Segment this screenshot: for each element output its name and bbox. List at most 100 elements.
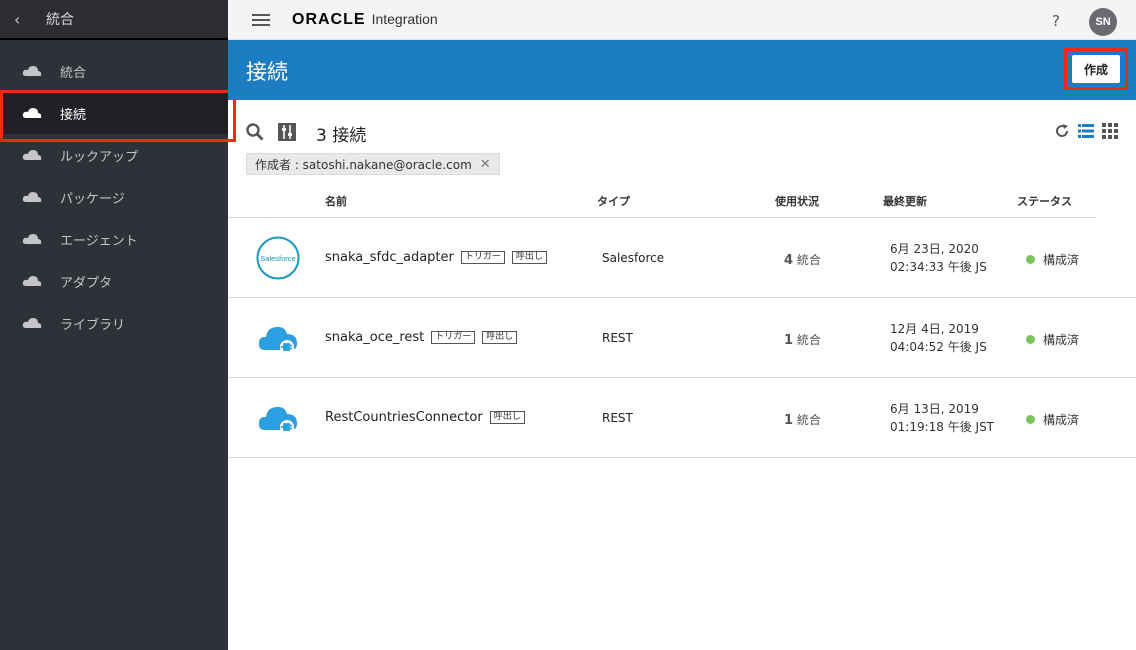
status-badge: 構成済	[1026, 411, 1079, 428]
sidebar-item-label: ライブラリ	[60, 317, 126, 333]
status-badge: 構成済	[1026, 251, 1079, 268]
table-row[interactable]: RestCountriesConnector 呼出し REST 1 統合 6月 …	[228, 378, 1136, 458]
last-updated-date: 6月 13日, 2019	[890, 402, 979, 416]
connection-name[interactable]: snaka_oce_rest トリガー 呼出し	[325, 330, 518, 345]
sidebar-item-connections[interactable]: 接続	[0, 90, 236, 142]
list-view-icon[interactable]	[1078, 123, 1094, 139]
cloud-icon	[22, 150, 42, 160]
usage-unit: 統合	[796, 253, 821, 267]
cloud-icon	[22, 108, 42, 118]
refresh-icon[interactable]	[1054, 123, 1070, 139]
usage-count[interactable]: 4 統合	[784, 251, 821, 268]
usage-count[interactable]: 1 統合	[784, 411, 821, 428]
cloud-icon	[22, 234, 42, 244]
connection-name-text: snaka_sfdc_adapter	[325, 250, 454, 265]
help-icon[interactable]: ?	[1052, 12, 1060, 30]
sidebar-item-integrations[interactable]: 統合	[0, 50, 228, 92]
usage-number: 1	[784, 413, 794, 428]
page-title: 接続	[246, 60, 288, 84]
column-header-last-updated[interactable]: 最終更新	[883, 193, 927, 209]
connection-type: Salesforce	[602, 251, 665, 265]
usage-unit: 統合	[796, 413, 821, 427]
sidebar-item-label: アダプタ	[60, 275, 113, 291]
oracle-integration-logo: ORACLE Integration	[292, 11, 438, 29]
usage-number: 4	[784, 253, 794, 268]
sidebar-item-agents[interactable]: エージェント	[0, 218, 228, 260]
sidebar-header[interactable]: ‹ 統合	[0, 0, 228, 40]
last-updated: 6月 13日, 2019 01:19:18 午後 JST	[890, 400, 994, 436]
filter-icon[interactable]	[278, 123, 296, 141]
trigger-tag: トリガー	[431, 331, 476, 344]
filter-chip: 作成者 : satoshi.nakane@oracle.com ✕	[246, 153, 500, 175]
last-updated-time: 01:19:18 午後 JST	[890, 420, 995, 434]
logo-oracle-text: ORACLE	[292, 10, 366, 28]
column-header-usage[interactable]: 使用状況	[775, 193, 819, 209]
sidebar-title: 統合	[46, 12, 74, 28]
last-updated-date: 6月 23日, 2020	[890, 242, 979, 256]
sidebar-item-lookups[interactable]: ルックアップ	[0, 134, 228, 176]
sidebar-item-libraries[interactable]: ライブラリ	[0, 302, 228, 344]
status-dot	[1026, 255, 1035, 264]
connection-count: 3 接続	[316, 126, 367, 146]
sidebar-item-label: ルックアップ	[60, 149, 139, 165]
sidebar-item-label: エージェント	[60, 233, 138, 249]
hamburger-menu-icon[interactable]	[252, 13, 270, 26]
status-text: 構成済	[1043, 413, 1080, 427]
last-updated-date: 12月 4日, 2019	[890, 322, 979, 336]
usage-unit: 統合	[796, 333, 821, 347]
invoke-tag: 呼出し	[489, 411, 525, 424]
table-row[interactable]: Salesforce snaka_sfdc_adapter トリガー 呼出し S…	[228, 218, 1136, 298]
last-updated-time: 02:34:33 午後 JS	[890, 260, 987, 274]
grid-view-icon[interactable]	[1102, 123, 1118, 139]
user-avatar[interactable]: SN	[1089, 8, 1117, 36]
connection-name[interactable]: snaka_sfdc_adapter トリガー 呼出し	[325, 250, 547, 265]
last-updated: 6月 23日, 2020 02:34:33 午後 JS	[890, 240, 987, 276]
connection-type: REST	[602, 411, 633, 425]
connection-name-text: RestCountriesConnector	[325, 410, 483, 425]
connection-name-text: snaka_oce_rest	[325, 330, 425, 345]
column-header-name[interactable]: 名前	[325, 193, 347, 209]
connection-name[interactable]: RestCountriesConnector 呼出し	[325, 410, 525, 425]
trigger-tag: トリガー	[460, 251, 505, 264]
salesforce-icon: Salesforce	[256, 236, 300, 280]
salesforce-icon-text: Salesforce	[260, 254, 295, 263]
create-button[interactable]: 作成	[1072, 55, 1120, 83]
invoke-tag: 呼出し	[511, 251, 547, 264]
status-dot	[1026, 335, 1035, 344]
last-updated-time: 04:04:52 午後 JS	[890, 340, 987, 354]
create-button-highlight: 作成	[1064, 48, 1128, 90]
sidebar-item-adapters[interactable]: アダプタ	[0, 260, 228, 302]
usage-number: 1	[784, 333, 794, 348]
sidebar-item-packages[interactable]: パッケージ	[0, 176, 228, 218]
logo-product-text: Integration	[371, 10, 438, 27]
search-icon[interactable]	[246, 123, 264, 141]
page-banner: 接続 作成	[228, 40, 1136, 100]
cloud-icon	[22, 318, 42, 328]
chevron-left-icon[interactable]: ‹	[14, 10, 38, 29]
status-badge: 構成済	[1026, 331, 1079, 348]
status-text: 構成済	[1043, 333, 1080, 347]
sidebar-nav: 統合 接続 ルックアップ パッケージ エージェント アダプタ ライブラリ	[0, 50, 236, 344]
top-bar: ORACLE Integration ? SN	[228, 0, 1136, 40]
table-row[interactable]: snaka_oce_rest トリガー 呼出し REST 1 統合 12月 4日…	[228, 298, 1136, 378]
sidebar-item-label: パッケージ	[60, 191, 125, 207]
rest-cloud-icon	[258, 326, 298, 354]
cloud-icon	[22, 66, 42, 76]
invoke-tag: 呼出し	[482, 331, 518, 344]
rest-cloud-icon	[258, 406, 298, 434]
close-icon[interactable]: ✕	[480, 157, 491, 172]
table-header: 名前 タイプ 使用状況 最終更新 ステータス	[228, 182, 1096, 218]
toolbar: 3 接続	[228, 100, 1136, 160]
view-controls	[1054, 123, 1118, 139]
usage-count[interactable]: 1 統合	[784, 331, 821, 348]
column-header-type[interactable]: タイプ	[597, 193, 630, 209]
sidebar: ‹ 統合 統合 接続 ルックアップ パッケージ エージェント アダプタ ライブラ…	[0, 0, 236, 650]
sidebar-item-label: 統合	[60, 65, 87, 81]
status-text: 構成済	[1043, 253, 1080, 267]
status-dot	[1026, 415, 1035, 424]
last-updated: 12月 4日, 2019 04:04:52 午後 JS	[890, 320, 987, 356]
connection-type: REST	[602, 331, 633, 345]
filter-chip-label: 作成者 : satoshi.nakane@oracle.com	[255, 157, 472, 172]
cloud-icon	[22, 192, 42, 202]
column-header-status[interactable]: ステータス	[1017, 193, 1072, 209]
